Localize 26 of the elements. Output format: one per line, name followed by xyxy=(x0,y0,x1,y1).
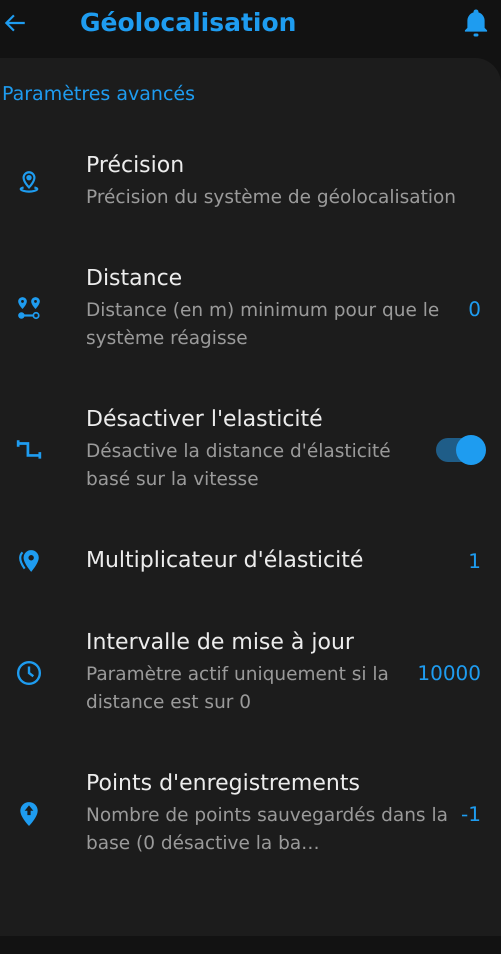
setting-value: -1 xyxy=(461,802,481,826)
setting-row[interactable]: Précision Précision du système de géolocalisation xyxy=(0,125,501,238)
page-title: Géolocalisation xyxy=(80,8,298,37)
setting-description: Désactive la distance d'élasticité basé sur la vitesse xyxy=(86,440,392,492)
setting-description: Distance (en m) minimum pour que le système réagisse xyxy=(86,299,440,351)
setting-title: Précision xyxy=(86,152,186,180)
setting-title: Multiplicateur d'élasticité xyxy=(86,547,364,575)
setting-row[interactable]: Distance Distance (en m) minimum pour que le système réagisse 0 xyxy=(0,238,501,379)
setting-title: Désactiver l'elasticité xyxy=(86,406,324,434)
setting-title: Intervalle de mise à jour xyxy=(86,629,355,657)
setting-title: Points d'enregistrements xyxy=(86,770,361,798)
setting-description: Paramètre actif uniquement si la distance est sur 0 xyxy=(86,663,390,715)
setting-row[interactable]: Intervalle de mise à jour Paramètre actif uniquement si la distance est sur 0 10000 xyxy=(0,602,501,743)
setting-value: 1 xyxy=(468,549,481,573)
setting-description: Précision du système de géolocalisation xyxy=(86,186,458,210)
section-title: Paramètres avancés xyxy=(1,83,196,105)
setting-value: 0 xyxy=(468,296,481,320)
clock-icon xyxy=(16,660,42,686)
setting-row[interactable]: Multiplicateur d'élasticité 1 xyxy=(0,520,501,602)
setting-description: Nombre de points sauvegardés dans la base (0 désactive la ba… xyxy=(86,804,449,856)
setting-value: 10000 xyxy=(417,660,481,684)
toggle-switch[interactable] xyxy=(436,438,484,462)
setting-title: Distance xyxy=(86,265,184,293)
setting-row[interactable]: Désactiver l'elasticité Désactive la distance d'élasticité basé sur la vitesse xyxy=(0,379,501,520)
setting-row[interactable]: Points d'enregistrements Nombre de points sauvegardés dans la base (0 désactive la ba… -1 xyxy=(0,743,501,884)
route-pins-icon xyxy=(16,296,42,322)
